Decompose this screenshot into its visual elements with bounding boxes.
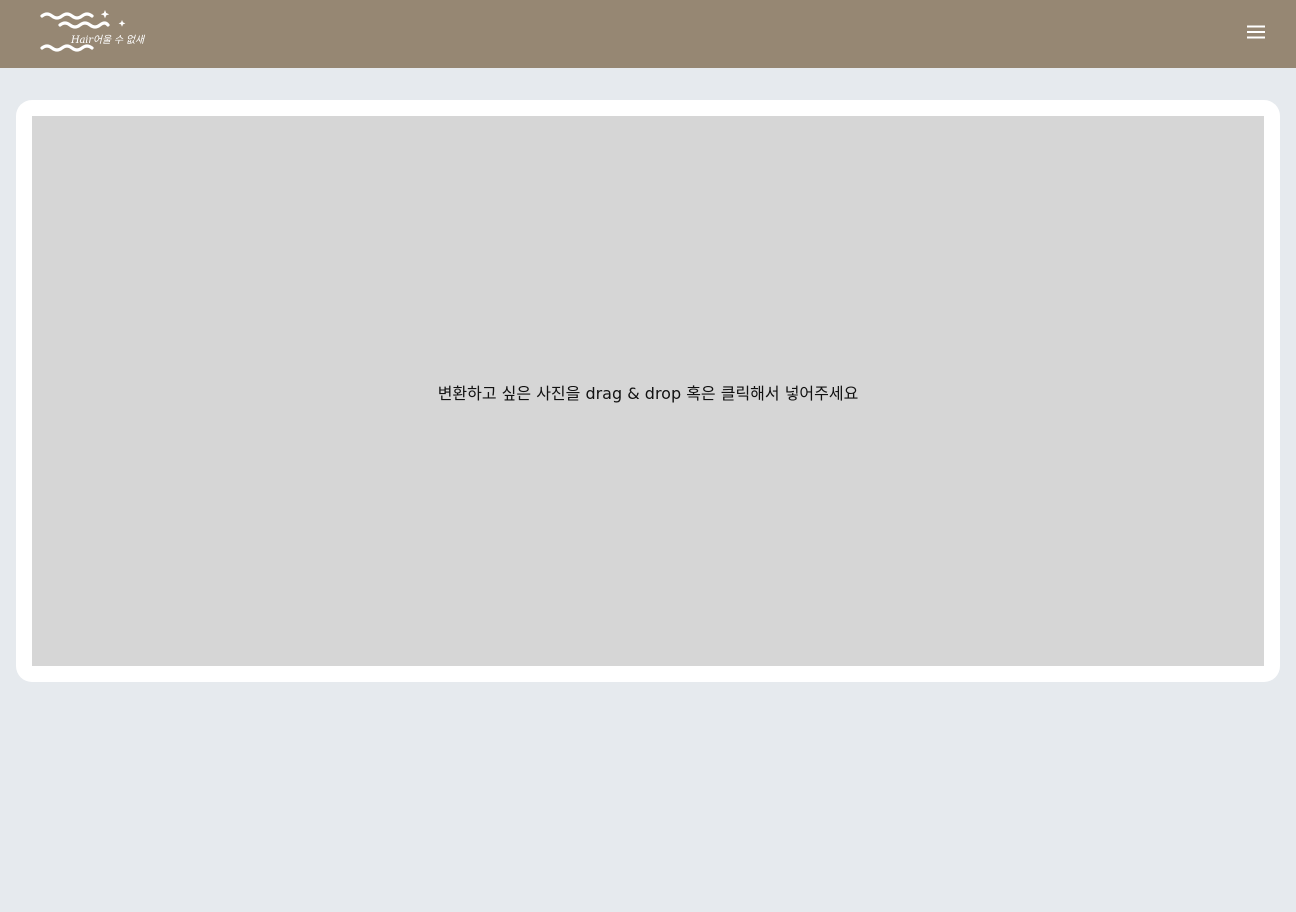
- menu-button[interactable]: [1240, 16, 1272, 48]
- image-dropzone[interactable]: 변환하고 싶은 사진을 drag & drop 혹은 클릭해서 넣어주세요: [32, 116, 1264, 666]
- hamburger-menu-icon: [1247, 25, 1265, 39]
- site-logo[interactable]: Hair어울 수 없새: [38, 6, 150, 56]
- upload-card: 변환하고 싶은 사진을 drag & drop 혹은 클릭해서 넣어주세요: [16, 100, 1280, 682]
- top-navigation-bar: Hair어울 수 없새: [0, 0, 1296, 68]
- logo-text: Hair어울 수 없새: [71, 35, 144, 46]
- dropzone-instruction: 변환하고 싶은 사진을 drag & drop 혹은 클릭해서 넣어주세요: [437, 384, 859, 403]
